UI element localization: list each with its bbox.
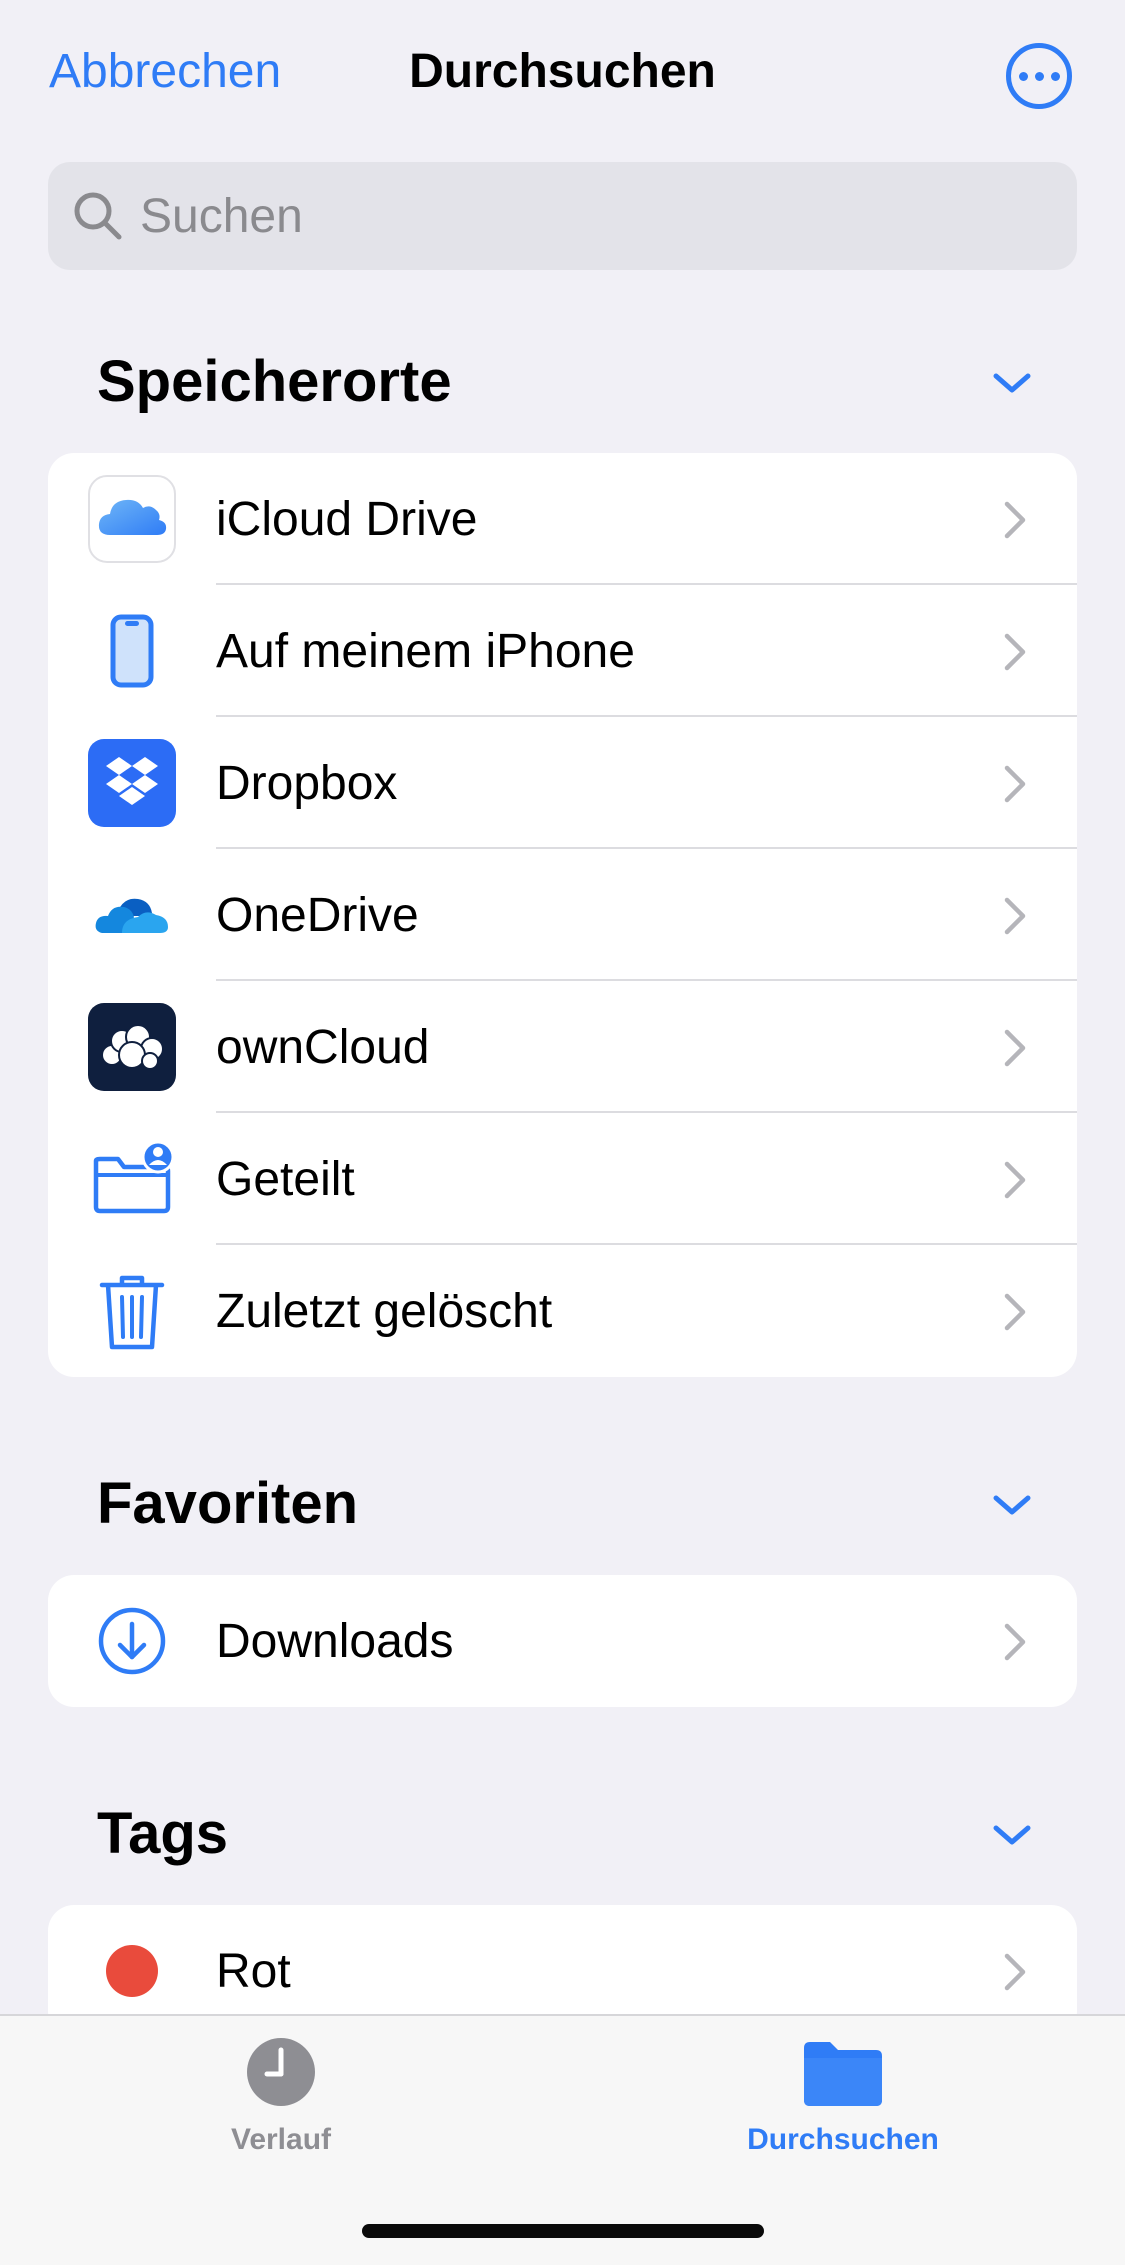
list-item-label: Zuletzt gelöscht (216, 1284, 553, 1338)
chevron-right-icon (1004, 765, 1026, 803)
section-header-favorites[interactable]: Favoriten (97, 1470, 1057, 1550)
chevron-right-icon (1004, 633, 1026, 671)
chevron-right-icon (1004, 1161, 1026, 1199)
tab-label: Durchsuchen (747, 2123, 939, 2156)
trash-icon (88, 1267, 176, 1355)
chevron-right-icon (1004, 1953, 1026, 1991)
tab-label: Verlauf (230, 2123, 332, 2156)
list-item-shared[interactable]: Geteilt (48, 1113, 1077, 1245)
chevron-right-icon (1004, 501, 1026, 539)
onedrive-icon (88, 871, 176, 959)
list-item-label: OneDrive (216, 888, 419, 942)
chevron-right-icon (1004, 897, 1026, 935)
icloud-icon (88, 475, 176, 563)
home-indicator[interactable] (362, 2224, 764, 2238)
search-input[interactable] (140, 188, 1040, 244)
section-header-tags[interactable]: Tags (97, 1800, 1057, 1880)
chevron-right-icon (1004, 1029, 1026, 1067)
owncloud-icon (88, 1003, 176, 1091)
list-item-onedrive[interactable]: OneDrive (48, 849, 1077, 981)
list-item-downloads[interactable]: Downloads (48, 1575, 1077, 1707)
list-item-label: Dropbox (216, 756, 398, 810)
chevron-down-icon[interactable] (992, 368, 1032, 398)
shared-folder-icon (88, 1135, 176, 1223)
list-item-label: Auf meinem iPhone (216, 624, 635, 678)
favorites-list: Downloads (48, 1575, 1077, 1707)
tab-browse[interactable]: Durchsuchen (693, 2036, 993, 2157)
chevron-right-icon (1004, 1293, 1026, 1331)
red-tag-dot-icon (88, 1927, 176, 2015)
page-title: Durchsuchen (409, 45, 716, 98)
locations-list: iCloud Drive Auf meinem iPhone Dropbox O… (48, 453, 1077, 1377)
list-item-label: ownCloud (216, 1020, 430, 1074)
list-item-on-my-iphone[interactable]: Auf meinem iPhone (48, 585, 1077, 717)
search-bar[interactable] (48, 162, 1077, 270)
folder-icon (804, 2042, 882, 2106)
tab-history[interactable]: Verlauf (131, 2036, 431, 2157)
download-circle-icon (88, 1597, 176, 1685)
list-item-label: Rot (216, 1944, 291, 1998)
iphone-icon (88, 607, 176, 695)
navigation-bar: Abbrechen Durchsuchen (0, 0, 1125, 150)
section-header-locations[interactable]: Speicherorte (97, 348, 1057, 428)
clock-icon (247, 2038, 315, 2106)
list-item-owncloud[interactable]: ownCloud (48, 981, 1077, 1113)
list-item-recently-deleted[interactable]: Zuletzt gelöscht (48, 1245, 1077, 1377)
list-item-label: iCloud Drive (216, 492, 478, 546)
dropbox-icon (88, 739, 176, 827)
section-title: Speicherorte (97, 349, 452, 414)
section-title: Tags (97, 1801, 229, 1866)
search-icon (74, 192, 122, 240)
list-item-label: Geteilt (216, 1152, 355, 1206)
list-item-icloud-drive[interactable]: iCloud Drive (48, 453, 1077, 585)
ellipsis-circle-icon[interactable] (1006, 43, 1072, 109)
list-item-dropbox[interactable]: Dropbox (48, 717, 1077, 849)
list-item-label: Downloads (216, 1614, 454, 1668)
chevron-down-icon[interactable] (992, 1490, 1032, 1520)
chevron-down-icon[interactable] (992, 1820, 1032, 1850)
section-title: Favoriten (97, 1471, 359, 1536)
chevron-right-icon (1004, 1623, 1026, 1661)
